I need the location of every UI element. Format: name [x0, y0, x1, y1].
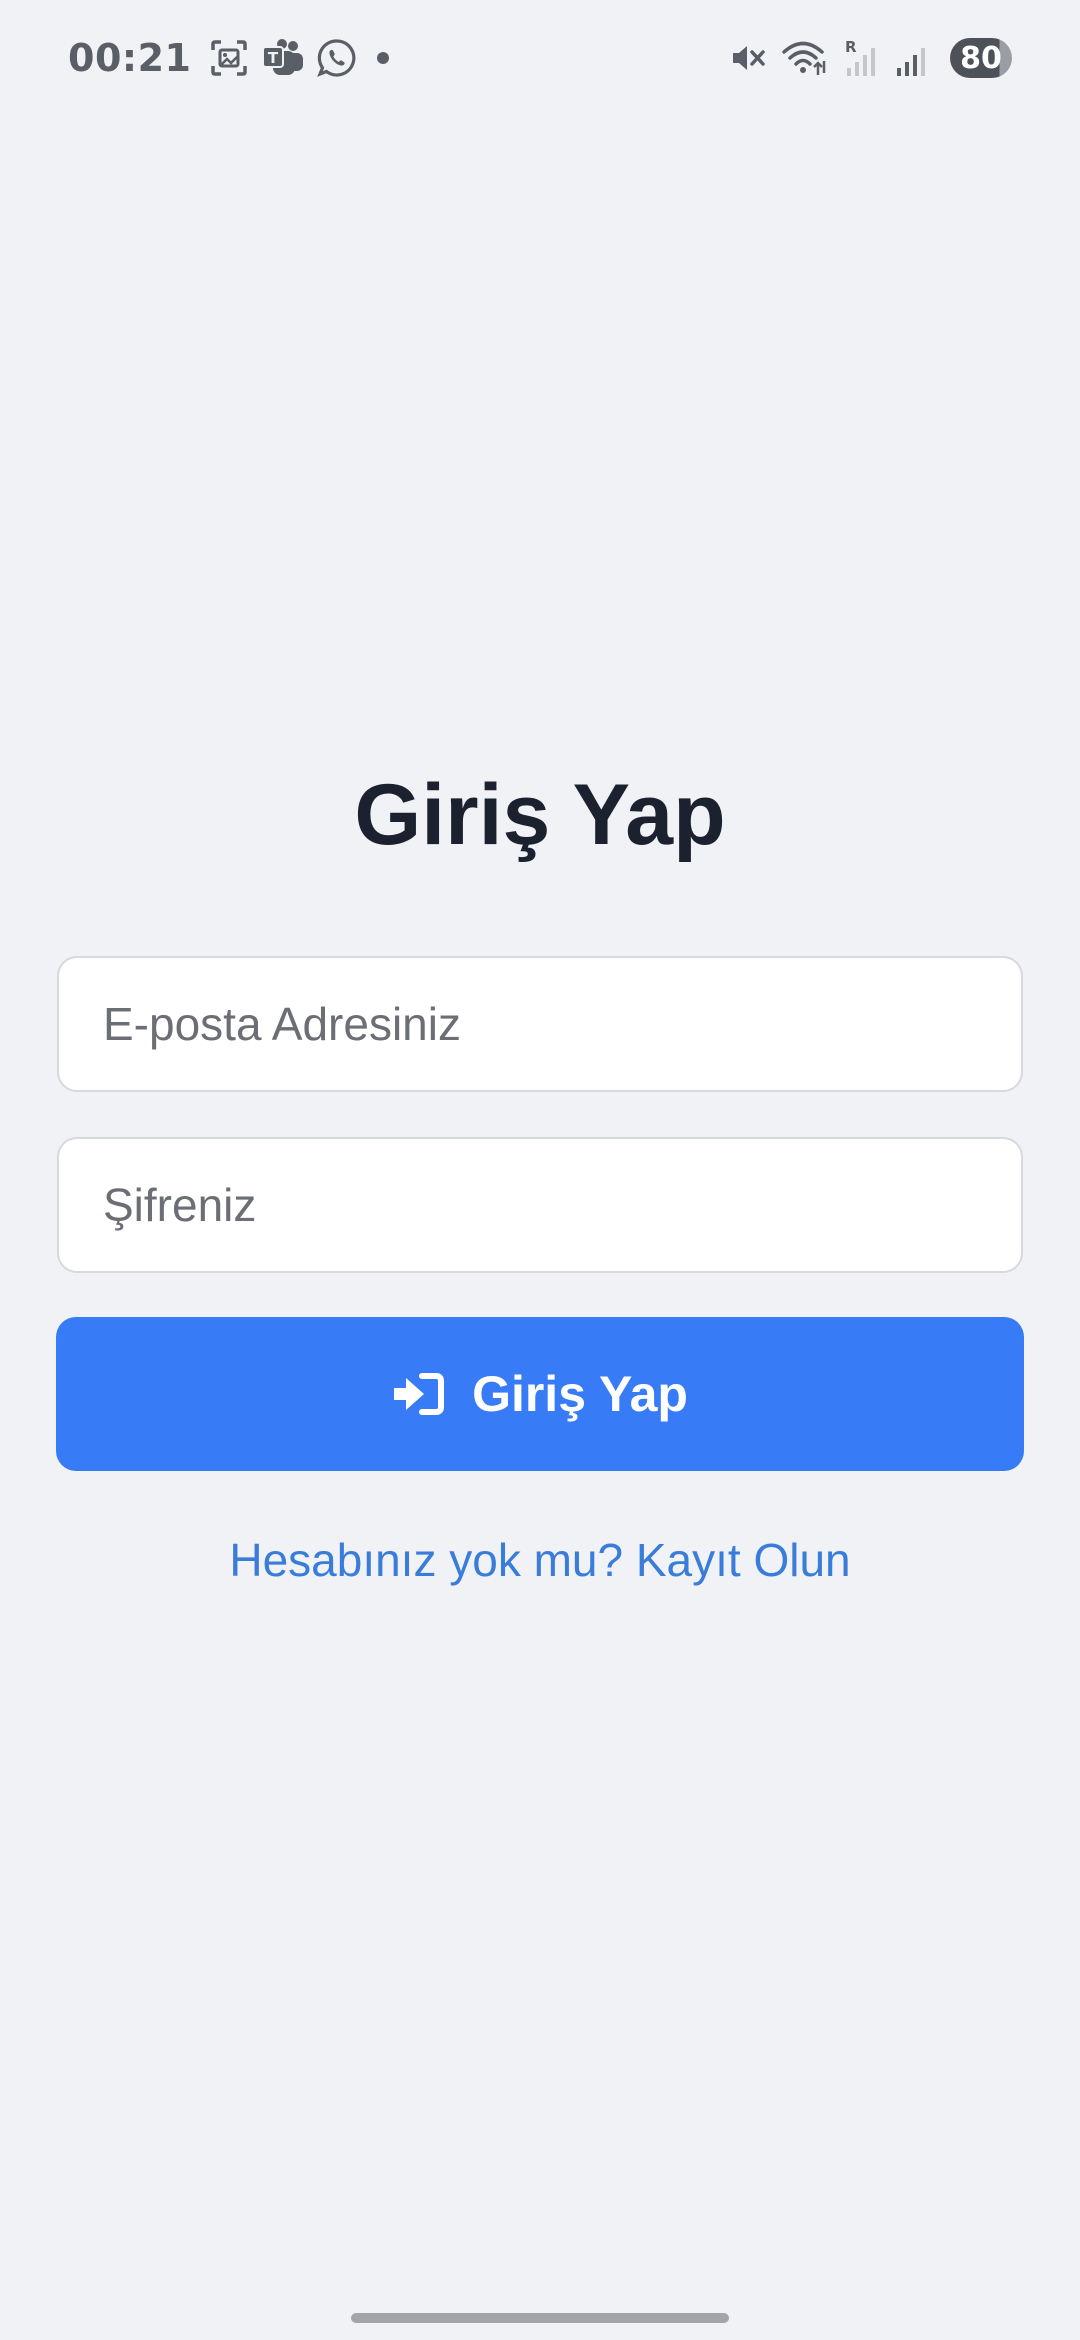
gesture-navigation-bar[interactable] [351, 2313, 729, 2323]
signal-icon [894, 38, 928, 78]
svg-text:R: R [845, 38, 857, 56]
status-left: 00:21 T [68, 36, 390, 80]
notification-dot [377, 52, 390, 64]
login-button[interactable]: Giriş Yap [56, 1317, 1024, 1471]
register-link[interactable]: Hesabınız yok mu? Kayıt Olun [0, 1530, 1080, 1590]
whatsapp-icon [317, 38, 357, 78]
login-button-label: Giriş Yap [472, 1366, 688, 1422]
sign-in-icon [392, 1372, 445, 1416]
battery-icon: 80 [950, 38, 1012, 78]
status-time: 00:21 [68, 36, 192, 80]
mute-icon [730, 40, 766, 76]
page-title: Giriş Yap [354, 767, 726, 863]
signal-roaming-icon: R [844, 38, 878, 78]
password-input[interactable] [57, 1137, 1023, 1273]
teams-icon: T [261, 38, 305, 78]
wifi-icon [782, 39, 828, 77]
status-bar: 00:21 T R 80 [0, 0, 1080, 116]
svg-text:T: T [268, 49, 279, 67]
status-right: R 80 [722, 38, 1012, 78]
gallery-scan-icon [209, 38, 249, 78]
email-input[interactable] [57, 956, 1023, 1092]
login-screen: 00:21 T R 80 Giriş Yap E-posta Adresiniz… [0, 0, 1080, 2340]
